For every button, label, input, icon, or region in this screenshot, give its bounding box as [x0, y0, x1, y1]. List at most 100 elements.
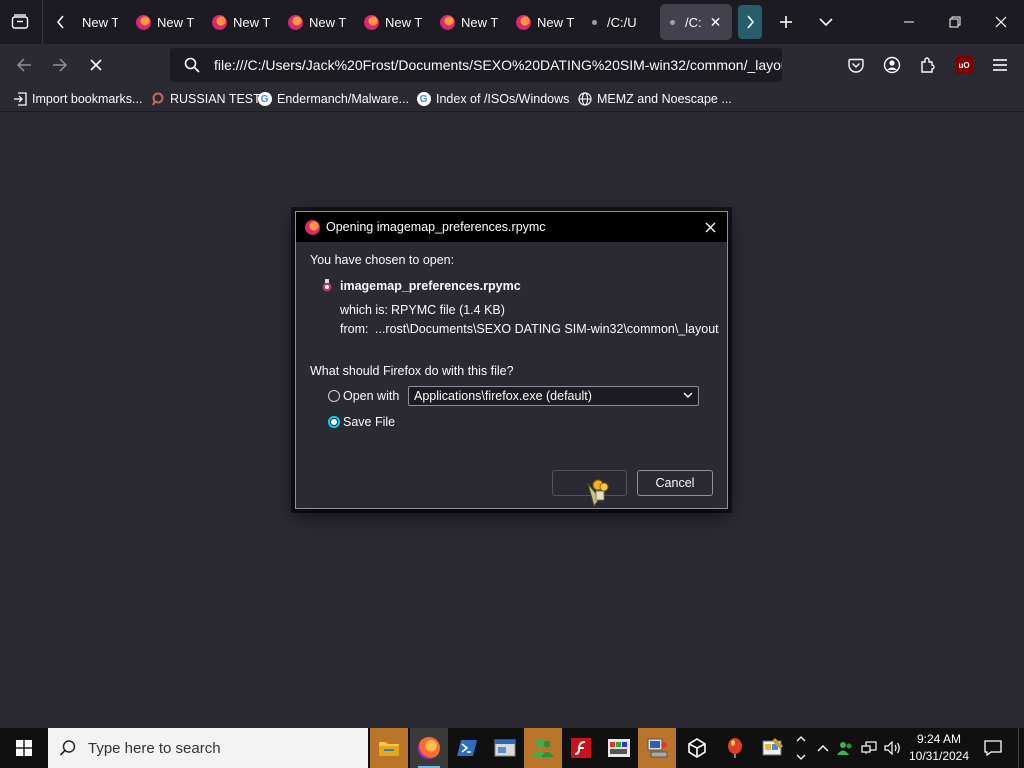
tray-volume-icon[interactable] [884, 738, 902, 758]
tab-7[interactable]: New T [516, 4, 574, 40]
firefox-icon [212, 14, 227, 30]
scroll-arrows-icon [796, 736, 806, 760]
stop-button[interactable] [82, 51, 110, 79]
bookmark-index-isos[interactable]: G Index of /ISOs/Windows [416, 90, 569, 108]
bookmark-label: Endermanch/Malware... [277, 92, 410, 106]
tab-title: New T [537, 14, 574, 30]
bookmark-label: RUSSIAN TEST [170, 92, 261, 106]
minimize-icon [904, 21, 914, 23]
taskbar-clock[interactable]: 9:24 AM 10/31/2024 [906, 731, 972, 765]
firefox-icon [288, 14, 303, 30]
taskbar-search-box[interactable]: Type here to search [48, 728, 368, 768]
taskbar-powershell[interactable] [448, 728, 486, 768]
chevron-up-icon [817, 745, 829, 752]
network-icon [861, 741, 877, 754]
new-tab-button[interactable] [774, 9, 798, 35]
bookmark-label: MEMZ and Noescape ... [597, 92, 732, 106]
taskbar-people-app[interactable] [524, 728, 562, 768]
bookmark-endermanch[interactable]: G Endermanch/Malware... [257, 90, 409, 108]
taskbar-scroll[interactable] [792, 728, 810, 768]
url-text[interactable]: file:///C:/Users/Jack%20Frost/Documents/… [214, 57, 782, 73]
balloon-icon [728, 738, 742, 758]
cancel-button[interactable]: Cancel [637, 470, 713, 496]
taskbar-firefox[interactable] [410, 728, 448, 768]
close-icon [995, 16, 1007, 28]
tab-5[interactable]: New T [364, 4, 422, 40]
close-tab-icon[interactable]: ✕ [710, 14, 722, 31]
tab-4[interactable]: New T [288, 4, 346, 40]
taskbar-media-app[interactable] [600, 728, 638, 768]
puzzle-icon [921, 57, 935, 73]
tab-6[interactable]: New T [440, 4, 498, 40]
tab-3[interactable]: New T [212, 4, 270, 40]
taskbar-balloon-app[interactable] [716, 728, 754, 768]
close-icon [705, 222, 715, 232]
show-desktop-button[interactable] [1018, 728, 1024, 768]
tab-title: New T [385, 14, 422, 30]
open-with-label[interactable]: Open with [343, 389, 399, 403]
bookmark-russian-test[interactable]: RUSSIAN TEST [150, 90, 261, 108]
tray-overflow-button[interactable] [814, 738, 832, 758]
back-button[interactable] [10, 51, 38, 79]
account-button[interactable] [878, 51, 906, 79]
file-type-icon [322, 279, 332, 292]
tab-1[interactable]: New T [82, 4, 118, 40]
media-app-icon [608, 739, 630, 757]
tab-scroll-left-button[interactable] [50, 9, 72, 35]
which-is-label: which is: [340, 303, 388, 317]
save-file-radio[interactable] [328, 416, 340, 428]
tab-8[interactable]: /C:/U [592, 4, 652, 40]
minimize-button[interactable] [886, 0, 932, 44]
tray-network-icon[interactable] [860, 738, 878, 758]
tab-scroll-right-button[interactable] [738, 5, 762, 39]
save-file-label[interactable]: Save File [343, 415, 395, 429]
action-center-button[interactable] [976, 728, 1010, 768]
firefox-icon [440, 14, 455, 30]
extensions-button[interactable] [914, 51, 942, 79]
open-with-radio[interactable] [328, 390, 340, 402]
tab-separator [42, 0, 43, 44]
dialog-title: Opening imagemap_preferences.rpymc [326, 220, 546, 234]
open-with-app-value: Applications\firefox.exe (default) [414, 389, 592, 403]
dialog-close-button[interactable] [699, 216, 721, 238]
stop-icon [90, 59, 102, 71]
restore-icon [949, 16, 961, 28]
taskbar-unity[interactable] [678, 728, 716, 768]
flash-icon [571, 738, 591, 758]
bookmark-import[interactable]: Import bookmarks... [12, 90, 142, 108]
bookmark-memz[interactable]: MEMZ and Noescape ... [577, 90, 732, 108]
tab-active[interactable]: /C: ✕ [660, 4, 732, 40]
tab-strip: New T New T New T New T New T New T New … [0, 0, 1024, 44]
taskbar-app-window[interactable] [486, 728, 524, 768]
clock-time: 9:24 AM [916, 732, 962, 746]
restore-button[interactable] [932, 0, 978, 44]
taskbar-setup-app[interactable] [638, 728, 676, 768]
cancel-button-label: Cancel [655, 476, 695, 490]
forward-button[interactable] [46, 51, 74, 79]
taskbar-paint-app[interactable] [754, 728, 792, 768]
taskbar-file-explorer[interactable] [370, 728, 408, 768]
volume-icon [884, 741, 900, 755]
tab-2[interactable]: New T [136, 4, 194, 40]
chosen-label: You have chosen to open: [310, 253, 455, 267]
ublock-icon: uO [955, 56, 973, 74]
hamburger-menu-icon [993, 59, 1007, 71]
from-label: from: [340, 322, 369, 336]
start-button[interactable] [0, 728, 48, 768]
app-menu-button[interactable] [986, 51, 1014, 79]
pocket-icon [848, 58, 864, 73]
paint-app-icon [762, 738, 783, 756]
window-app-icon [494, 739, 516, 757]
url-bar[interactable]: file:///C:/Users/Jack%20Frost/Documents/… [170, 48, 782, 82]
folder-icon [379, 742, 399, 756]
globe-icon [577, 92, 592, 107]
ublock-button[interactable]: uO [950, 51, 978, 79]
list-all-tabs-button[interactable] [814, 9, 838, 35]
tray-people-icon[interactable] [836, 738, 854, 758]
loading-dot-icon [670, 19, 675, 25]
firefox-view-button[interactable] [6, 9, 34, 35]
close-window-button[interactable] [978, 0, 1024, 44]
pocket-button[interactable] [842, 51, 870, 79]
taskbar-flash[interactable] [562, 728, 600, 768]
open-with-select[interactable]: Applications\firefox.exe (default) [408, 386, 699, 406]
